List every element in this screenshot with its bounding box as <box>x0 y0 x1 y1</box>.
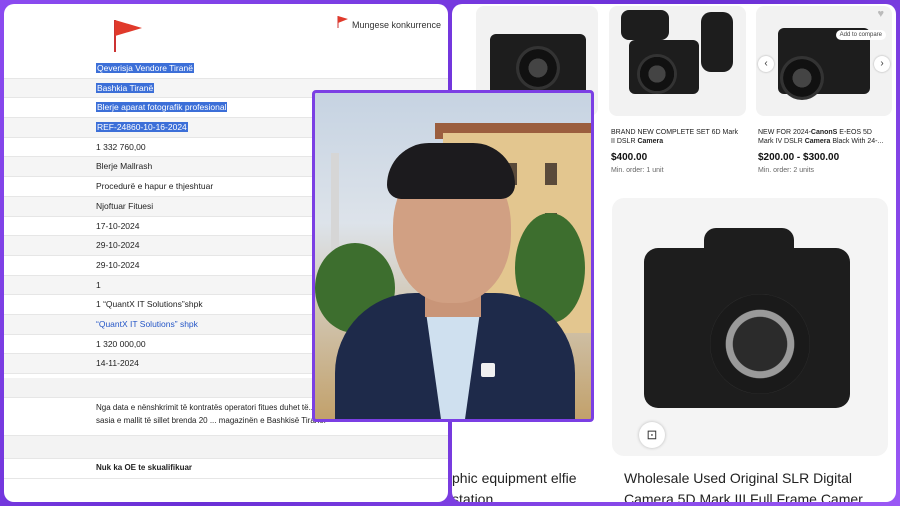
document-row-text: Qeverisja Vendore Tiranë <box>96 63 194 73</box>
product-image[interactable] <box>756 6 892 116</box>
document-row-text: 1 <box>96 279 101 290</box>
document-row-text: Bashkia Tiranë <box>96 82 155 93</box>
document-row-text: Blerje Mallrash <box>96 161 153 172</box>
blank-row <box>4 436 448 459</box>
product-card-3[interactable]: ♥ Add to compare ‹ › NEW FOR 2024-CanonS… <box>752 4 896 184</box>
document-row-text: 29-10-2024 <box>96 240 140 251</box>
product-title[interactable]: BRAND NEW COMPLETE SET 6D Mark II DSLR C… <box>611 128 739 146</box>
document-row-text: Blerje aparat fotografik profesional <box>96 102 228 113</box>
product-price: $200.00 - $300.00 <box>758 152 840 163</box>
disqualification-text: Nuk ka OE te skualifikuar <box>96 463 193 472</box>
document-row-text: 14-11-2024 <box>96 358 139 369</box>
favorite-icon[interactable]: ♥ <box>877 8 884 20</box>
product-title[interactable]: phic equipment elfie station... <box>452 468 602 502</box>
prev-image-icon[interactable]: ‹ <box>758 56 774 72</box>
product-card-2[interactable]: BRAND NEW COMPLETE SET 6D Mark II DSLR C… <box>605 4 750 184</box>
lens-shape <box>637 54 677 94</box>
lens-mount-shape <box>710 294 810 394</box>
lens-shape <box>780 56 824 100</box>
camera-prism-shape <box>704 228 794 268</box>
product-image[interactable] <box>612 198 888 456</box>
next-image-icon[interactable]: › <box>874 56 890 72</box>
product-title[interactable]: Wholesale Used Original SLR Digital Came… <box>624 468 894 502</box>
document-row-text: Procedurë e hapur e thjeshtuar <box>96 181 214 192</box>
hair <box>387 143 515 199</box>
product-card-featured[interactable]: Wholesale Used Original SLR Digital Came… <box>612 198 888 502</box>
portrait-photo <box>312 90 594 422</box>
document-row-text: 1 “QuantX IT Solutions”shpk <box>96 299 203 310</box>
document-row-text: 1 320 000,00 <box>96 338 146 349</box>
document-row: Qeverisja Vendore Tiranë <box>4 59 448 79</box>
min-order: Min. order: 1 unit <box>611 167 664 174</box>
lens-accessory-shape <box>701 12 733 72</box>
lens-shape <box>516 46 560 90</box>
document-row-text[interactable]: “QuantX IT Solutions” shpk <box>96 319 198 329</box>
window <box>545 163 557 185</box>
document-row-text: REF-24860-10-16-2024 <box>96 122 188 133</box>
product-price: $400.00 <box>611 152 648 163</box>
product-title[interactable]: NEW FOR 2024-CanonS E-EOS 5D Mark IV DSL… <box>758 128 886 146</box>
bag-shape <box>621 10 669 40</box>
no-competition-note: Mungese konkurrence <box>352 20 442 30</box>
document-row-text: 1 332 760,00 <box>96 141 146 152</box>
document-row-text: 29-10-2024 <box>96 259 140 270</box>
disqualification-row: Nuk ka OE te skualifikuar <box>4 458 448 479</box>
lapel-pin <box>481 363 495 377</box>
document-row-text: Njoftuar Fituesi <box>96 200 154 211</box>
min-order: Min. order: 2 units <box>758 167 815 174</box>
add-to-compare-button[interactable]: Add to compare <box>835 30 886 40</box>
product-image[interactable] <box>609 6 746 116</box>
image-search-icon[interactable]: ⊡ <box>639 422 665 448</box>
small-flag-icon <box>337 16 348 28</box>
flag-icon <box>114 20 142 52</box>
document-row-text: 17-10-2024 <box>96 220 140 231</box>
